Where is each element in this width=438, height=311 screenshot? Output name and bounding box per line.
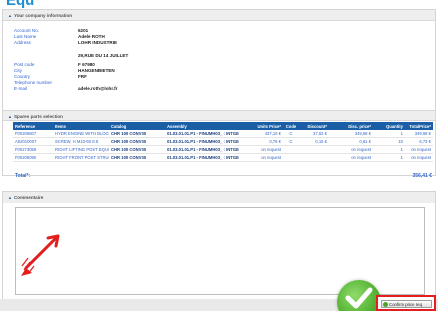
collapse-triangle-icon: ▲: [8, 13, 12, 18]
total-row: Total*: 356,41 €: [15, 173, 432, 179]
table-row[interactable]: F00206807 HYDR ENGINE WITH BLOCK N CHR 1…: [13, 130, 433, 138]
spares-selection-header[interactable]: ▲ Spares parts selection: [2, 110, 436, 121]
comments-title: Commentaire: [13, 195, 44, 200]
column-header: Quantity: [373, 122, 405, 130]
column-header: TotalPrice*: [405, 122, 433, 130]
table-row[interactable]: A02010007 SCREW, H M10-60 8.8 CHR 100 CO…: [13, 137, 433, 146]
confirm-label: Confirm price req: [389, 301, 422, 307]
spares-selection-title: Spares parts selection: [13, 114, 63, 119]
column-header: Items: [53, 122, 109, 130]
collapse-triangle-icon: ▲: [8, 114, 12, 119]
total-label: Total*:: [15, 173, 31, 179]
pointer-arrow-icon: [21, 234, 60, 276]
table-row[interactable]: F00206090 RIGHT FRONT POST STRUCT CHR 10…: [13, 153, 433, 162]
column-header: Code: [283, 122, 299, 130]
column-header: Assembly: [165, 122, 251, 130]
column-header: Units Price*: [251, 122, 283, 130]
ok-icon: [383, 302, 388, 307]
collapse-triangle-icon: ▲: [8, 195, 12, 200]
column-header: Catalog: [109, 122, 165, 130]
page-heading: Equ: [6, 0, 35, 9]
parts-table: Reference Items Catalog Assembly Units P…: [13, 122, 433, 162]
confirm-highlight: Confirm price req: [376, 295, 436, 311]
table-row[interactable]: F00273059 RIGHT LIFTING POST EQUIP CHR 1…: [13, 145, 433, 154]
table-header-row: Reference Items Catalog Assembly Units P…: [13, 122, 433, 130]
comments-header[interactable]: ▲ Commentaire: [3, 192, 435, 203]
company-info-title: Your company information: [13, 13, 73, 18]
column-header: Disc. price*: [329, 122, 373, 130]
column-header: Reference: [13, 122, 53, 130]
total-value: 356,41 €: [412, 173, 432, 179]
confirm-price-request-button[interactable]: Confirm price req: [381, 300, 432, 308]
company-info-header[interactable]: ▲ Your company information: [3, 10, 435, 21]
column-header: Discount*: [299, 122, 329, 130]
